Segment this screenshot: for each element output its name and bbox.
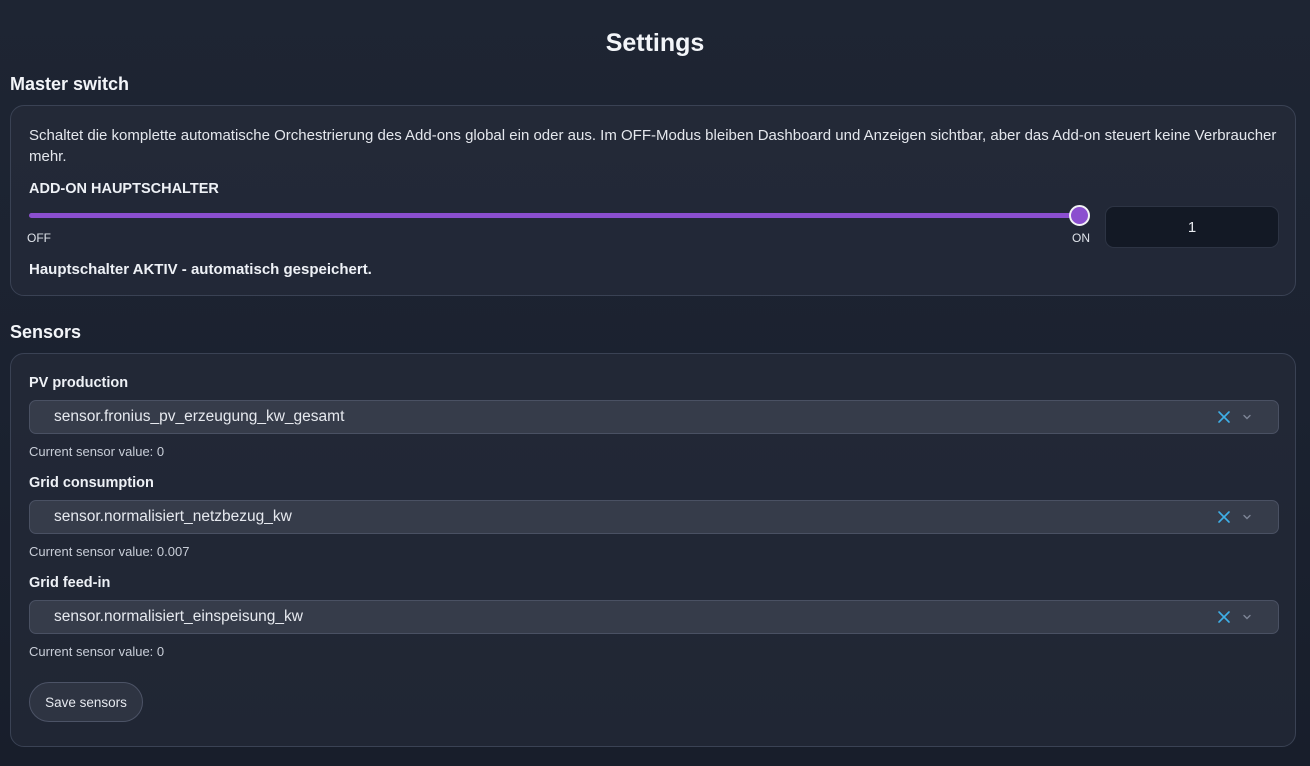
sensor-select-grid-feed-in[interactable]: sensor.normalisiert_einspeisung_kw xyxy=(29,600,1279,634)
page-title: Settings xyxy=(605,29,705,57)
close-icon[interactable] xyxy=(1217,510,1231,524)
master-switch-label: ADD-ON HAUPTSCHALTER xyxy=(29,181,219,197)
master-switch-description: Schaltet die komplette automatische Orch… xyxy=(29,127,1277,165)
chevron-down-icon[interactable] xyxy=(1242,613,1252,621)
sensor-select-grid-consumption[interactable]: sensor.normalisiert_netzbezug_kw xyxy=(29,500,1279,534)
sensor-select-pv-production[interactable]: sensor.fronius_pv_erzeugung_kw_gesamt xyxy=(29,400,1279,434)
master-switch-status: Hauptschalter AKTIV - automatisch gespei… xyxy=(29,261,372,278)
sensor-select-value: sensor.normalisiert_netzbezug_kw xyxy=(54,508,292,525)
master-switch-heading: Master switch xyxy=(10,74,130,94)
chevron-down-icon[interactable] xyxy=(1242,413,1252,421)
sensors-card: PV production sensor.fronius_pv_erzeugun… xyxy=(10,353,1296,747)
master-switch-value-field[interactable]: 1 xyxy=(1105,206,1279,248)
save-sensors-button[interactable]: Save sensors xyxy=(29,682,143,722)
sensor-label-grid-feed-in: Grid feed-in xyxy=(29,575,111,591)
slider-thumb[interactable] xyxy=(1069,205,1090,226)
close-icon[interactable] xyxy=(1217,610,1231,624)
sensor-label-grid-consumption: Grid consumption xyxy=(29,475,154,491)
slider-on-label: ON xyxy=(1072,231,1090,245)
sensor-current-value-pv-production: Current sensor value: 0 xyxy=(29,444,165,459)
master-switch-slider[interactable] xyxy=(29,213,1079,218)
sensor-current-value-grid-consumption: Current sensor value: 0.007 xyxy=(29,544,190,559)
slider-fill xyxy=(29,213,1079,218)
close-icon[interactable] xyxy=(1217,410,1231,424)
slider-off-label: OFF xyxy=(27,231,51,245)
master-switch-card: Schaltet die komplette automatische Orch… xyxy=(10,105,1296,296)
chevron-down-icon[interactable] xyxy=(1242,513,1252,521)
sensor-select-value: sensor.normalisiert_einspeisung_kw xyxy=(54,608,303,625)
sensors-heading: Sensors xyxy=(10,322,82,342)
sensor-label-pv-production: PV production xyxy=(29,375,129,391)
sensor-select-value: sensor.fronius_pv_erzeugung_kw_gesamt xyxy=(54,408,345,425)
sensor-current-value-grid-feed-in: Current sensor value: 0 xyxy=(29,644,165,659)
